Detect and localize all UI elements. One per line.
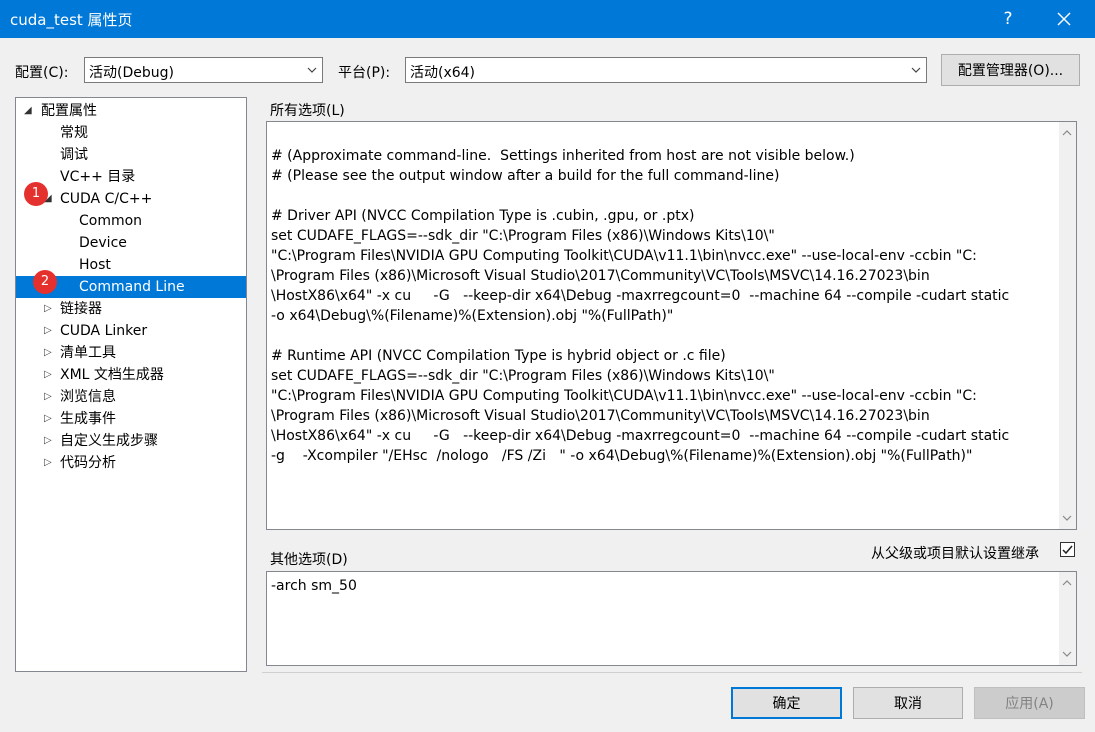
collapsed-triangle-icon: ▷ [44, 369, 52, 380]
collapsed-triangle-icon: ▷ [44, 347, 52, 358]
tree-item-cuda-cpp[interactable]: ◢ CUDA C/C++ [16, 188, 246, 210]
config-label: 配置(C): [15, 65, 69, 81]
other-options-textarea[interactable]: -arch sm_50 [266, 571, 1077, 666]
command-line-text: \Program Files (x86)\Microsoft Visual St… [271, 408, 930, 424]
checkmark-icon [1062, 545, 1073, 555]
command-line-text: -o x64\Debug\%(Filename)%(Extension).obj… [271, 308, 674, 324]
tree-item-browse-info[interactable]: ▷ 浏览信息 [16, 386, 246, 408]
scroll-up-icon[interactable] [1062, 128, 1072, 138]
apply-button[interactable]: 应用(A) [974, 687, 1085, 719]
tree-item-build-events[interactable]: ▷ 生成事件 [16, 408, 246, 430]
tree-item-label: 清单工具 [60, 345, 116, 361]
tree-item-linker[interactable]: ▷ 链接器 [16, 298, 246, 320]
tree-item-label: 代码分析 [60, 455, 116, 471]
chevron-down-icon [911, 67, 921, 73]
tree-item-label: CUDA C/C++ [60, 191, 153, 207]
property-tree: ◢ 配置属性 常规 调试 VC++ 目录 ◢ CUDA C/C++ Common… [15, 97, 247, 672]
collapsed-triangle-icon: ▷ [44, 413, 52, 424]
annotation-badge-2: 2 [33, 270, 57, 294]
annotation-badge-1: 1 [24, 182, 48, 206]
collapsed-triangle-icon: ▷ [44, 325, 52, 336]
command-line-text: # Runtime API (NVCC Compilation Type is … [271, 348, 726, 364]
command-line-text: # Driver API (NVCC Compilation Type is .… [271, 208, 695, 224]
tree-item-vc-directories[interactable]: VC++ 目录 [16, 166, 246, 188]
tree-item-manifest-tool[interactable]: ▷ 清单工具 [16, 342, 246, 364]
help-button[interactable]: ? [990, 0, 1026, 38]
tree-item-label: XML 文档生成器 [60, 367, 164, 383]
window-title: cuda_test 属性页 [10, 11, 133, 29]
inherit-checkbox[interactable] [1060, 542, 1075, 557]
collapsed-triangle-icon: ▷ [44, 303, 52, 314]
tree-item-label: Device [79, 235, 127, 251]
tree-item-device[interactable]: Device [16, 232, 246, 254]
platform-select[interactable]: 活动(x64) [405, 57, 927, 83]
command-line-text: # (Approximate command-line. Settings in… [271, 148, 855, 164]
command-line-text: -g -Xcompiler "/EHsc /nologo /FS /Zi " -… [271, 448, 973, 464]
all-options-textarea[interactable]: # (Approximate command-line. Settings in… [266, 121, 1077, 530]
chevron-down-icon [307, 67, 317, 73]
tree-item-label: 浏览信息 [60, 389, 116, 405]
tree-item-config-properties[interactable]: ◢ 配置属性 [16, 100, 246, 122]
tree-item-label: 生成事件 [60, 411, 116, 427]
platform-label: 平台(P): [338, 65, 391, 81]
tree-item-general[interactable]: 常规 [16, 122, 246, 144]
config-select[interactable]: 活动(Debug) [84, 57, 323, 83]
scroll-up-icon[interactable] [1062, 578, 1072, 588]
cancel-button[interactable]: 取消 [853, 687, 963, 719]
tree-item-label: Common [79, 213, 143, 229]
collapsed-triangle-icon: ▷ [44, 391, 52, 402]
other-options-value: -arch sm_50 [271, 578, 357, 594]
config-select-value: 活动(Debug) [89, 65, 174, 81]
tree-item-debugging[interactable]: 调试 [16, 144, 246, 166]
tree-item-label: 链接器 [60, 301, 102, 317]
command-line-text: "C:\Program Files\NVIDIA GPU Computing T… [271, 388, 977, 404]
collapsed-triangle-icon: ▷ [44, 435, 52, 446]
title-bar: cuda_test 属性页 ? [0, 0, 1095, 38]
command-line-text: # (Please see the output window after a … [271, 168, 780, 184]
tree-item-label: Host [79, 257, 111, 273]
all-options-label: 所有选项(L) [270, 103, 345, 119]
close-icon [1057, 12, 1071, 26]
collapsed-triangle-icon: ▷ [44, 457, 52, 468]
close-button[interactable] [1040, 0, 1088, 38]
tree-item-code-analysis[interactable]: ▷ 代码分析 [16, 452, 246, 474]
expanded-triangle-icon: ◢ [24, 105, 32, 116]
command-line-text: \HostX86\x64" -x cu -G --keep-dir x64\De… [271, 288, 1010, 304]
command-line-text: set CUDAFE_FLAGS=--sdk_dir "C:\Program F… [271, 228, 775, 244]
tree-item-label: 配置属性 [41, 103, 97, 119]
command-line-text: \Program Files (x86)\Microsoft Visual St… [271, 268, 930, 284]
command-line-text: \HostX86\x64" -x cu -G --keep-dir x64\De… [271, 428, 1010, 444]
tree-item-label: CUDA Linker [60, 323, 148, 339]
tree-item-label: 常规 [60, 125, 88, 141]
all-options-scrollbar[interactable] [1059, 122, 1076, 529]
other-options-label: 其他选项(D) [270, 552, 348, 568]
tree-item-common[interactable]: Common [16, 210, 246, 232]
command-line-text: set CUDAFE_FLAGS=--sdk_dir "C:\Program F… [271, 368, 775, 384]
tree-item-label: VC++ 目录 [60, 169, 136, 185]
tree-item-cuda-linker[interactable]: ▷ CUDA Linker [16, 320, 246, 342]
tree-item-xml-doc-generator[interactable]: ▷ XML 文档生成器 [16, 364, 246, 386]
footer-divider [262, 672, 1082, 673]
tree-item-label: Command Line [79, 279, 185, 295]
tree-item-custom-build-step[interactable]: ▷ 自定义生成步骤 [16, 430, 246, 452]
config-manager-button[interactable]: 配置管理器(O)... [941, 54, 1080, 86]
scroll-down-icon[interactable] [1062, 513, 1072, 523]
scroll-down-icon[interactable] [1062, 649, 1072, 659]
command-line-text: "C:\Program Files\NVIDIA GPU Computing T… [271, 248, 977, 264]
platform-select-value: 活动(x64) [410, 65, 476, 81]
tree-item-label: 调试 [60, 147, 88, 163]
inherit-label: 从父级或项目默认设置继承 [871, 546, 1039, 562]
ok-button[interactable]: 确定 [731, 687, 842, 719]
other-options-scrollbar[interactable] [1059, 572, 1076, 665]
tree-item-label: 自定义生成步骤 [60, 433, 158, 449]
